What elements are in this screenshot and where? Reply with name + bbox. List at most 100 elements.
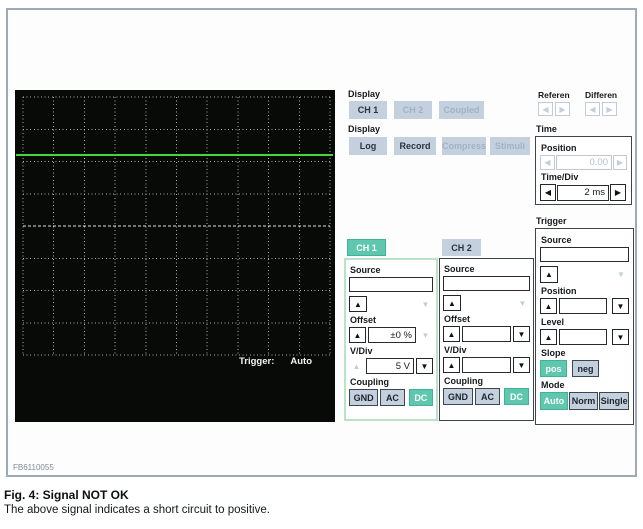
- trigger-mode-label: Mode: [541, 380, 629, 390]
- left-arrow-icon: ◀: [542, 105, 548, 114]
- trigger-level-down-button[interactable]: ▼: [612, 329, 629, 345]
- ch1-offset-value[interactable]: ±0 %: [368, 327, 416, 343]
- ch2-offset-down-button[interactable]: ▼: [513, 326, 530, 342]
- up-arrow-icon: ▲: [545, 270, 553, 279]
- down-arrow-icon: ▼: [518, 330, 526, 339]
- trigger-source-input[interactable]: [540, 247, 629, 262]
- ch1-vdiv-value[interactable]: 5 V: [366, 358, 414, 374]
- ch2-vdiv-up-button[interactable]: ▲: [443, 357, 460, 373]
- down-arrow-icon: ▼: [519, 299, 527, 308]
- time-div-decrement-button[interactable]: ◀: [540, 184, 556, 201]
- display-ch2-button[interactable]: CH 2: [394, 101, 432, 119]
- down-arrow-icon: ▼: [518, 361, 526, 370]
- time-position-decrement-button[interactable]: ◀: [540, 155, 555, 170]
- ch1-offset-down-button[interactable]: ▼: [418, 329, 433, 342]
- tab-ch2[interactable]: CH 2: [442, 239, 481, 256]
- trigger-source-up-button[interactable]: ▲: [540, 266, 558, 283]
- time-div-value[interactable]: 2 ms: [557, 185, 609, 201]
- right-arrow-icon: ▶: [617, 158, 623, 167]
- ch2-offset-value[interactable]: [462, 326, 511, 342]
- ch2-offset-label: Offset: [444, 314, 530, 324]
- trigger-position-value[interactable]: [559, 298, 607, 314]
- compress-button[interactable]: Compress: [442, 137, 486, 155]
- ch1-ac-button[interactable]: AC: [380, 389, 404, 406]
- slope-neg-button[interactable]: neg: [572, 360, 599, 377]
- tab-ch1[interactable]: CH 1: [347, 239, 386, 256]
- up-arrow-icon: ▲: [354, 300, 362, 309]
- ch1-vdiv-label: V/Div: [350, 346, 433, 356]
- ch2-vdiv-value[interactable]: [462, 357, 511, 373]
- display-ch1-button[interactable]: CH 1: [349, 101, 387, 119]
- ch1-panel: Source ▲ ▼ Offset ▲ ±0 % ▼ V/Div ▲ 5 V ▼…: [344, 258, 438, 421]
- figure-code: FB6110055: [13, 463, 54, 472]
- ch2-gnd-button[interactable]: GND: [443, 388, 473, 405]
- up-arrow-icon: ▲: [448, 299, 456, 308]
- record-button[interactable]: Record: [394, 137, 436, 155]
- ch2-source-down-button[interactable]: ▼: [515, 297, 530, 310]
- log-button[interactable]: Log: [349, 137, 387, 155]
- trigger-source-down-button[interactable]: ▼: [613, 268, 629, 282]
- ch2-source-input[interactable]: [443, 276, 530, 291]
- trigger-status-value: Auto: [290, 356, 312, 367]
- trigger-position-down-button[interactable]: ▼: [612, 298, 629, 314]
- ch1-source-down-button[interactable]: ▼: [418, 298, 433, 311]
- trigger-slope-label: Slope: [541, 348, 629, 358]
- stimuli-button[interactable]: Stimuli: [490, 137, 530, 155]
- ch1-vdiv-down-button[interactable]: ▼: [416, 358, 433, 374]
- ch2-ac-button[interactable]: AC: [475, 388, 500, 405]
- up-arrow-icon: ▲: [545, 302, 553, 311]
- differen-next-button[interactable]: ▶: [602, 102, 617, 116]
- trigger-source-label: Source: [541, 235, 629, 245]
- trigger-status-label: Trigger:: [239, 356, 274, 367]
- ch1-source-input[interactable]: [349, 277, 433, 292]
- ch2-vdiv-label: V/Div: [444, 345, 530, 355]
- down-arrow-icon: ▼: [422, 331, 430, 340]
- mode-single-button[interactable]: Single: [599, 392, 629, 410]
- ch2-vdiv-down-button[interactable]: ▼: [513, 357, 530, 373]
- time-position-increment-button[interactable]: ▶: [613, 155, 627, 170]
- display-coupled-button[interactable]: Coupled: [439, 101, 484, 119]
- ch2-coupling-label: Coupling: [444, 376, 530, 386]
- referen-prev-button[interactable]: ◀: [538, 102, 553, 116]
- referen-next-button[interactable]: ▶: [555, 102, 570, 116]
- differen-prev-button[interactable]: ◀: [585, 102, 600, 116]
- time-position-label: Position: [541, 143, 627, 153]
- ch2-dc-button[interactable]: DC: [504, 388, 529, 405]
- ch1-dc-button[interactable]: DC: [409, 389, 433, 406]
- time-position-value[interactable]: 0.00: [556, 155, 612, 170]
- ch1-vdiv-up-button[interactable]: ▲: [349, 360, 364, 373]
- differen-label: Differen: [585, 90, 617, 100]
- trigger-position-label: Position: [541, 286, 629, 296]
- trigger-level-value[interactable]: [559, 329, 607, 345]
- scope-status: Trigger: Auto: [239, 356, 312, 367]
- ch1-source-up-button[interactable]: ▲: [349, 296, 367, 312]
- ch1-offset-up-button[interactable]: ▲: [349, 327, 366, 343]
- slope-pos-button[interactable]: pos: [540, 360, 567, 377]
- figure-caption-title: Fig. 4: Signal NOT OK: [4, 488, 129, 502]
- trigger-group-label: Trigger: [536, 216, 567, 226]
- mode-auto-button[interactable]: Auto: [540, 392, 568, 410]
- left-arrow-icon: ◀: [589, 105, 595, 114]
- ch2-source-up-button[interactable]: ▲: [443, 295, 461, 311]
- down-arrow-icon: ▼: [617, 270, 625, 279]
- ch2-offset-up-button[interactable]: ▲: [443, 326, 460, 342]
- trigger-level-up-button[interactable]: ▲: [540, 329, 557, 345]
- down-arrow-icon: ▼: [617, 333, 625, 342]
- oscilloscope-display: Trigger: Auto: [15, 90, 335, 422]
- up-arrow-icon: ▲: [354, 331, 362, 340]
- up-arrow-icon: ▲: [545, 333, 553, 342]
- up-arrow-icon: ▲: [448, 330, 456, 339]
- up-arrow-icon: ▲: [353, 362, 361, 371]
- mode-norm-button[interactable]: Norm: [569, 392, 599, 410]
- time-div-label: Time/Div: [541, 172, 627, 182]
- ch1-offset-label: Offset: [350, 315, 433, 325]
- left-arrow-icon: ◀: [544, 158, 550, 167]
- down-arrow-icon: ▼: [422, 300, 430, 309]
- down-arrow-icon: ▼: [617, 302, 625, 311]
- ch2-panel: Source ▲ ▼ Offset ▲ ▼ V/Div ▲ ▼ Coupling…: [439, 258, 534, 421]
- up-arrow-icon: ▲: [448, 361, 456, 370]
- trigger-position-up-button[interactable]: ▲: [540, 298, 557, 314]
- ch1-source-label: Source: [350, 265, 433, 275]
- ch1-gnd-button[interactable]: GND: [349, 389, 378, 406]
- time-div-increment-button[interactable]: ▶: [610, 184, 626, 201]
